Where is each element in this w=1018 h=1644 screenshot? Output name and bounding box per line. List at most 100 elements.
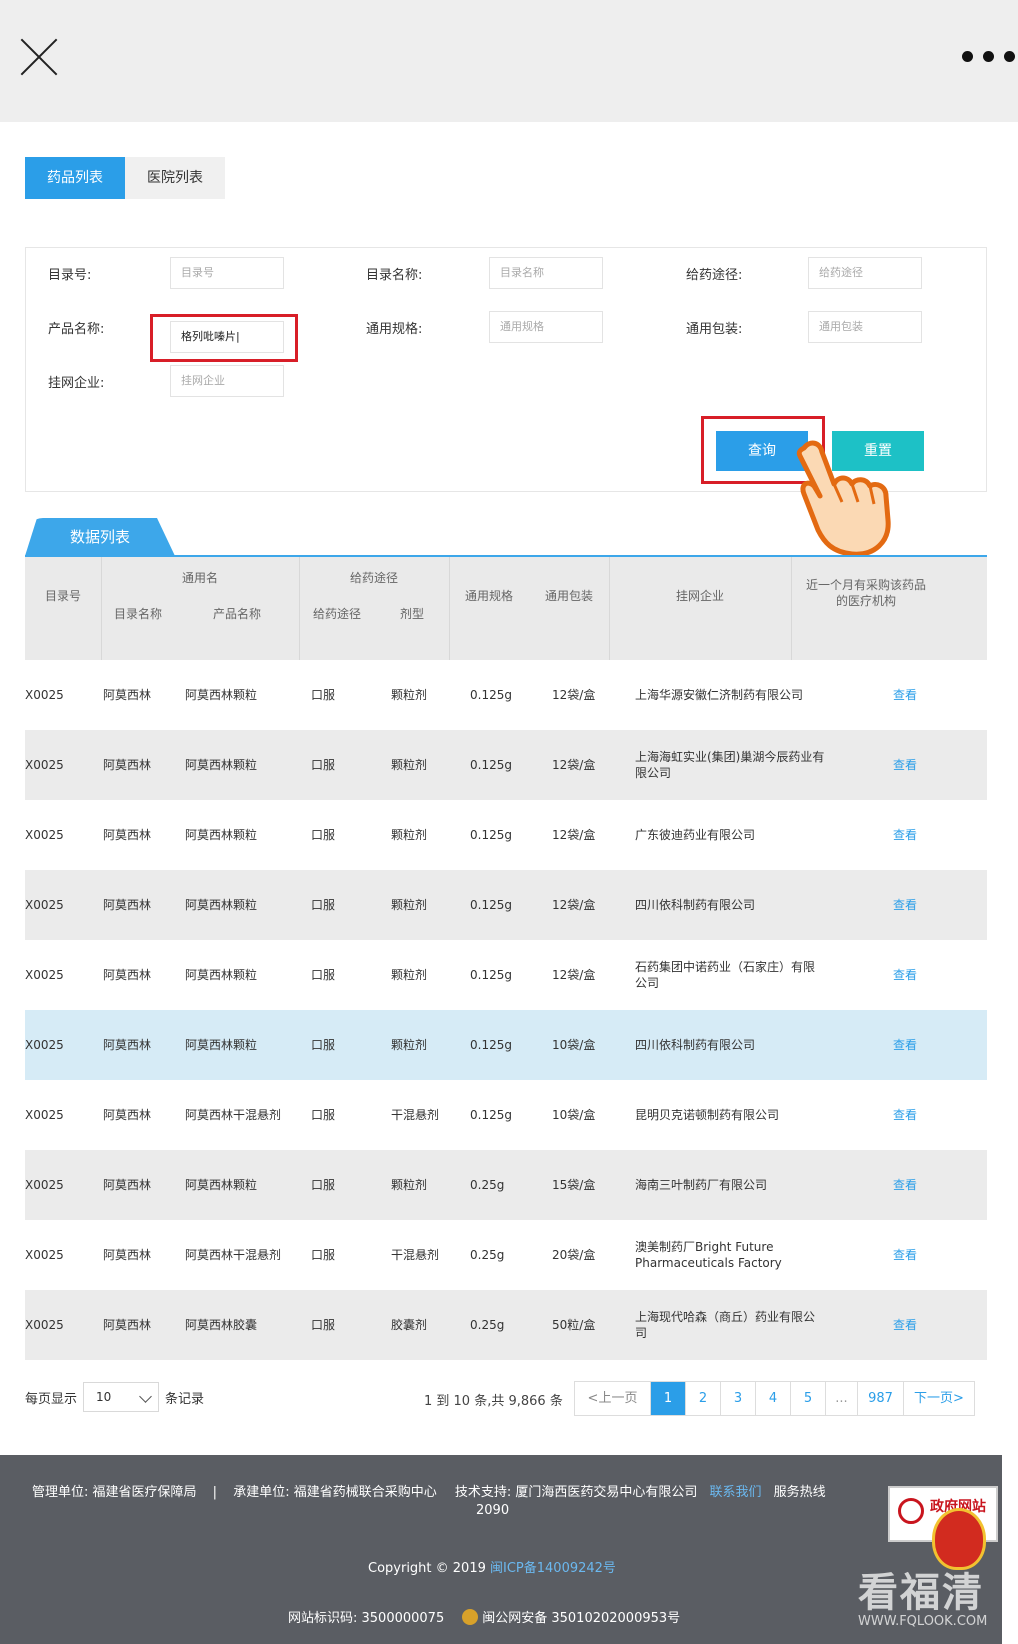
- catalog-name-label: 目录名称:: [366, 268, 423, 283]
- header-divider: [101, 557, 102, 665]
- cell-catalog-no: X0025: [25, 828, 64, 842]
- th-spec: 通用规格: [464, 589, 513, 603]
- view-link[interactable]: 查看: [893, 1080, 917, 1150]
- cell-spec: 0.125g: [470, 1108, 512, 1122]
- package-input[interactable]: 通用包装: [808, 311, 922, 343]
- chevron-down-icon: [139, 1390, 152, 1403]
- footer-manager: 管理单位: 福建省医疗保障局: [32, 1485, 197, 1500]
- page-size-control: 每页显示 10 条记录: [25, 1382, 204, 1412]
- cell-form: 颗粒剂: [391, 968, 428, 982]
- cell-spec: 0.25g: [470, 1178, 505, 1192]
- view-link[interactable]: 查看: [893, 660, 917, 730]
- cell-catalog-name: 阿莫西林: [103, 1108, 152, 1122]
- cell-form: 颗粒剂: [391, 828, 428, 842]
- cell-package: 12袋/盒: [552, 828, 596, 842]
- cell-form: 干混悬剂: [391, 1248, 440, 1262]
- package-label: 通用包装:: [686, 322, 743, 337]
- footer-builder: 承建单位: 福建省药械联合采购中心: [233, 1485, 437, 1500]
- table-row[interactable]: X0025 阿莫西林 阿莫西林颗粒 口服 颗粒剂 0.125g 12袋/盒 上海…: [25, 730, 987, 800]
- cell-company: 海南三叶制药厂有限公司: [635, 1178, 768, 1192]
- th-route: 给药途径: [312, 607, 361, 621]
- page-2-button[interactable]: 2: [686, 1382, 721, 1415]
- cell-catalog-no: X0025: [25, 1108, 64, 1122]
- tab-hospital-list[interactable]: 医院列表: [125, 157, 225, 199]
- cell-product-name: 阿莫西林颗粒: [185, 898, 258, 912]
- icp-link[interactable]: 闽ICP备14009242号: [490, 1561, 616, 1576]
- police-record-text[interactable]: 闽公网安备 35010202000953号: [482, 1611, 680, 1626]
- cell-company: 上海海虹实业(集团)巢湖今辰药业有限公司: [635, 750, 825, 780]
- table-row[interactable]: X0025 阿莫西林 阿莫西林胶囊 口服 胶囊剂 0.25g 50粒/盒 上海现…: [25, 1290, 987, 1360]
- view-link[interactable]: 查看: [893, 1290, 917, 1360]
- cell-product-name: 阿莫西林干混悬剂: [185, 1248, 282, 1262]
- table-row[interactable]: X0025 阿莫西林 阿莫西林颗粒 口服 颗粒剂 0.125g 12袋/盒 四川…: [25, 870, 987, 940]
- table-row[interactable]: X0025 阿莫西林 阿莫西林颗粒 口服 颗粒剂 0.25g 15袋/盒 海南三…: [25, 1150, 987, 1220]
- page-3-button[interactable]: 3: [721, 1382, 756, 1415]
- cell-form: 颗粒剂: [391, 1038, 428, 1052]
- th-package: 通用包装: [544, 589, 593, 603]
- table-row[interactable]: X0025 阿莫西林 阿莫西林颗粒 口服 颗粒剂 0.125g 12袋/盒 石药…: [25, 940, 987, 1010]
- th-catalog-name: 目录名称: [113, 607, 162, 621]
- close-icon[interactable]: [18, 36, 60, 78]
- page-5-button[interactable]: 5: [791, 1382, 826, 1415]
- cell-catalog-name: 阿莫西林: [103, 1318, 152, 1332]
- view-link[interactable]: 查看: [893, 1220, 917, 1290]
- cell-catalog-name: 阿莫西林: [103, 758, 152, 772]
- page-size-value: 10: [96, 1390, 112, 1404]
- company-input[interactable]: 挂网企业: [170, 365, 284, 397]
- table-row[interactable]: X0025 阿莫西林 阿莫西林颗粒 口服 颗粒剂 0.125g 12袋/盒 上海…: [25, 660, 987, 730]
- product-name-input[interactable]: 格列吡嗪片|: [170, 321, 284, 353]
- header-divider: [449, 557, 450, 665]
- th-generic-name: 通用名: [181, 571, 218, 585]
- cell-product-name: 阿莫西林颗粒: [185, 1038, 258, 1052]
- cell-form: 颗粒剂: [391, 688, 428, 702]
- cell-company: 广东彼迪药业有限公司: [635, 828, 756, 842]
- table-row[interactable]: X0025 阿莫西林 阿莫西林干混悬剂 口服 干混悬剂 0.125g 10袋/盒…: [25, 1080, 987, 1150]
- last-page-button[interactable]: 987: [858, 1382, 904, 1415]
- cell-spec: 0.125g: [470, 898, 512, 912]
- page-4-button[interactable]: 4: [756, 1382, 791, 1415]
- cell-catalog-no: X0025: [25, 1178, 64, 1192]
- tab-drug-list[interactable]: 药品列表: [25, 157, 125, 199]
- cell-company: 澳美制药厂Bright Future Pharmaceuticals Facto…: [635, 1240, 782, 1270]
- cell-package: 50粒/盒: [552, 1318, 596, 1332]
- cell-route: 口服: [311, 1248, 336, 1262]
- table-row[interactable]: X0025 阿莫西林 阿莫西林干混悬剂 口服 干混悬剂 0.25g 20袋/盒 …: [25, 1220, 987, 1290]
- view-link[interactable]: 查看: [893, 1010, 917, 1080]
- cell-spec: 0.125g: [470, 758, 512, 772]
- prev-page-button[interactable]: <上一页: [575, 1382, 651, 1415]
- contact-link[interactable]: 联系我们: [710, 1485, 762, 1500]
- cell-route: 口服: [311, 758, 336, 772]
- more-options-icon[interactable]: [962, 44, 1018, 68]
- cell-package: 10袋/盒: [552, 1038, 596, 1052]
- cell-catalog-no: X0025: [25, 1248, 64, 1262]
- cell-form: 胶囊剂: [391, 1318, 428, 1332]
- cell-company: 上海现代哈森（商丘）药业有限公司: [635, 1310, 816, 1340]
- next-page-button[interactable]: 下一页>: [904, 1382, 974, 1415]
- table-row-selected[interactable]: X0025 阿莫西林 阿莫西林颗粒 口服 颗粒剂 0.125g 10袋/盒 四川…: [25, 1010, 987, 1080]
- cell-package: 12袋/盒: [552, 688, 596, 702]
- view-link[interactable]: 查看: [893, 870, 917, 940]
- cell-catalog-no: X0025: [25, 758, 64, 772]
- page-1-button[interactable]: 1: [651, 1382, 686, 1415]
- page-size-select[interactable]: 10: [83, 1382, 160, 1412]
- per-page-label: 每页显示: [25, 1391, 78, 1407]
- cell-product-name: 阿莫西林颗粒: [185, 968, 258, 982]
- footer-copyright: Copyright © 2019 闽ICP备14009242号: [368, 1557, 616, 1576]
- site-id: 网站标识码: 3500000075: [288, 1611, 445, 1626]
- view-link[interactable]: 查看: [893, 940, 917, 1010]
- spec-input[interactable]: 通用规格: [489, 311, 603, 343]
- cell-spec: 0.125g: [470, 1038, 512, 1052]
- catalog-name-input[interactable]: 目录名称: [489, 257, 603, 289]
- view-link[interactable]: 查看: [893, 730, 917, 800]
- route-input[interactable]: 给药途径: [808, 257, 922, 289]
- table-row[interactable]: X0025 阿莫西林 阿莫西林颗粒 口服 颗粒剂 0.125g 12袋/盒 广东…: [25, 800, 987, 870]
- cell-catalog-no: X0025: [25, 1318, 64, 1332]
- header-divider: [791, 557, 792, 665]
- catalog-no-input[interactable]: 目录号: [170, 257, 284, 289]
- view-link[interactable]: 查看: [893, 800, 917, 870]
- cell-catalog-name: 阿莫西林: [103, 898, 152, 912]
- cell-company: 四川依科制药有限公司: [635, 898, 756, 912]
- th-product-name: 产品名称: [212, 607, 261, 621]
- data-list-tab[interactable]: 数据列表: [25, 518, 175, 556]
- view-link[interactable]: 查看: [893, 1150, 917, 1220]
